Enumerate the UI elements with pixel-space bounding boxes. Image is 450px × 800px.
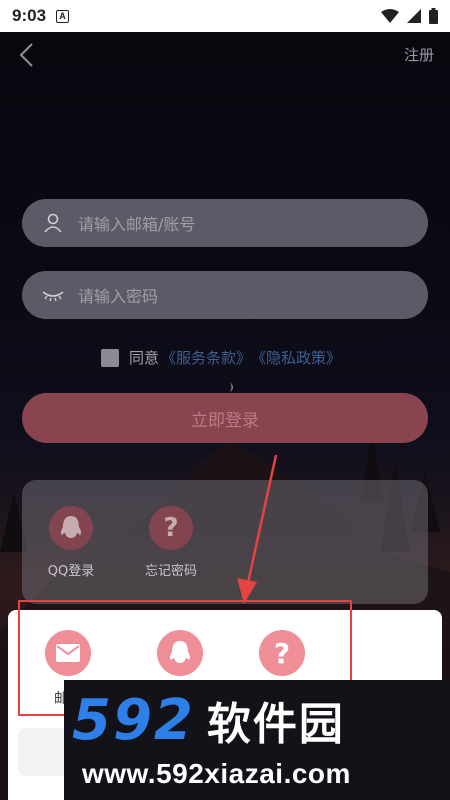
- signal-icon: [407, 9, 421, 23]
- status-time: 9:03: [12, 6, 47, 25]
- watermark-number: 592: [72, 688, 195, 753]
- email-account-input[interactable]: 请输入邮箱/账号: [22, 199, 428, 247]
- watermark-url: www.592xiazai.com: [82, 758, 351, 789]
- agree-checkbox[interactable]: [101, 348, 119, 367]
- question-icon: ?: [149, 506, 193, 550]
- email-placeholder: 请输入邮箱/账号: [78, 215, 196, 234]
- back-arrow-icon[interactable]: [16, 42, 40, 68]
- other-login-card: QQ登录 ? 忘记密码: [22, 480, 428, 604]
- watermark-brand-name: 软件园: [206, 699, 345, 750]
- agreement-row: 同意 《服务条款》 《隐私政策》: [101, 347, 341, 368]
- terms-link[interactable]: 《服务条款》: [161, 347, 251, 368]
- forgot-password-label: 忘记密码: [144, 564, 197, 579]
- wifi-icon: [381, 9, 399, 23]
- password-input[interactable]: 请输入密码: [22, 271, 428, 319]
- agree-text: 同意: [129, 349, 160, 367]
- eye-closed-icon[interactable]: [42, 284, 64, 306]
- battery-icon: [429, 8, 438, 24]
- register-link[interactable]: 注册: [404, 44, 434, 65]
- forgot-password-option[interactable]: ? 忘记密码: [126, 506, 216, 579]
- status-bar: 9:03 A: [0, 0, 450, 32]
- site-watermark: 592 软件园 www.592xiazai.com: [64, 680, 450, 800]
- notification-a-icon: A: [56, 9, 70, 23]
- qq-login-label: QQ登录: [47, 564, 95, 579]
- login-button[interactable]: 立即登录: [22, 393, 428, 443]
- top-bar: 注册: [0, 32, 450, 78]
- password-placeholder: 请输入密码: [78, 287, 159, 306]
- user-icon: [42, 212, 64, 234]
- qq-icon: [49, 506, 93, 550]
- status-icons: [381, 8, 438, 24]
- qq-login-option[interactable]: QQ登录: [26, 506, 116, 579]
- privacy-link[interactable]: 《隐私政策》: [251, 347, 341, 368]
